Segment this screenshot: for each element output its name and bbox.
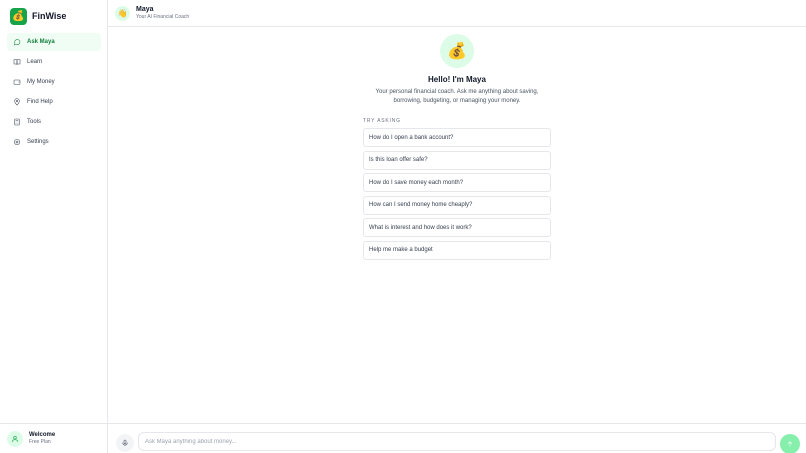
microphone-icon [122,439,128,446]
sidebar-item-label: My Money [27,79,55,85]
sidebar-item-label: Tools [27,119,42,125]
coach-subtitle: Your AI Financial Coach [136,14,190,20]
sidebar-item-ask-maya[interactable]: Ask Maya [7,33,101,51]
sidebar-item-tools[interactable]: Tools [7,113,101,131]
user-info: Welcome Free Plan [29,432,55,445]
gear-icon [13,138,21,146]
user-name: Welcome [29,432,56,438]
welcome-description: Your personal financial coach. Ask me an… [375,89,539,104]
suggestion-button[interactable]: How can I send money home cheaply? [363,195,551,215]
suggestion-button[interactable]: Is this loan offer safe? [363,150,551,170]
try-asking-label: Try asking [363,118,401,124]
user-icon [7,430,23,447]
map-pin-icon [13,98,21,106]
book-icon [13,58,21,66]
app-name: FinWise [32,11,67,21]
suggestion-button[interactable]: How do I save money each month? [363,173,551,193]
sidebar: 💰 FinWise Ask Maya Learn My Money Find H… [0,0,108,453]
chat-icon [13,38,21,46]
sidebar-nav: Ask Maya Learn My Money Find Help Tools [7,33,101,153]
suggestion-list: How do I open a bank account? Is this lo… [363,128,551,264]
sidebar-item-label: Find Help [27,99,53,105]
coach-name: Maya [136,6,154,13]
money-bag-icon: 💰 [440,34,474,68]
wave-icon: 👋 [115,5,130,21]
chat-header: 👋 Maya Your AI Financial Coach [108,0,806,27]
wallet-icon [13,78,21,86]
user-plan: Free Plan [29,439,51,445]
sidebar-item-find-help[interactable]: Find Help [7,93,101,111]
suggestion-button[interactable]: What is interest and how does it work? [363,218,551,238]
message-input[interactable] [138,432,776,451]
sidebar-item-label: Learn [27,59,43,65]
money-bag-icon: 💰 [10,7,27,25]
sidebar-item-settings[interactable]: Settings [7,133,101,151]
chat-area: 💰 Hello! I'm Maya Your personal financia… [108,27,806,423]
suggestion-button[interactable]: How do I open a bank account? [363,128,551,147]
sidebar-item-learn[interactable]: Learn [7,53,101,71]
suggestion-button[interactable]: Help me make a budget [363,240,551,260]
calculator-icon [13,118,21,126]
sidebar-item-label: Settings [27,139,49,145]
sidebar-item-label: Ask Maya [27,39,55,45]
coach-info: Maya Your AI Financial Coach [136,6,189,20]
message-composer [108,423,806,453]
brand[interactable]: 💰 FinWise [0,0,107,27]
sidebar-item-my-money[interactable]: My Money [7,73,101,91]
welcome-title: Hello! I'm Maya [428,75,486,84]
send-arrow-icon [787,441,793,447]
microphone-button[interactable] [116,434,134,452]
user-profile[interactable]: Welcome Free Plan [0,423,107,453]
send-button[interactable] [780,434,800,453]
